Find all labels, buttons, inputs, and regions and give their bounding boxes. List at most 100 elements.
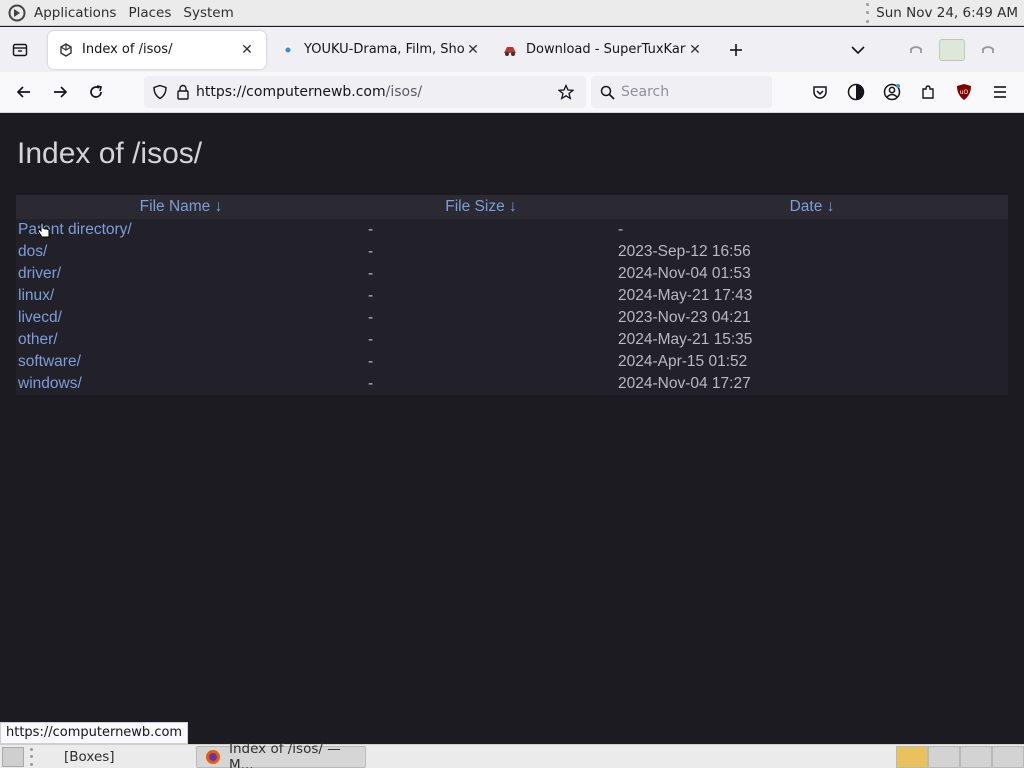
- table-row: windows/ - 2024-Nov-04 17:27: [16, 373, 1008, 395]
- tab-index-of-isos[interactable]: Index of /isos/ ✕: [48, 30, 266, 69]
- tab-title: Index of /isos/: [82, 42, 173, 57]
- tab-title: Download - SuperTuxKart: [526, 42, 686, 57]
- url-path: /isos/: [385, 84, 423, 100]
- search-icon: [600, 85, 615, 100]
- file-link[interactable]: dos/: [18, 243, 47, 260]
- window-maximize-button[interactable]: [934, 32, 970, 68]
- file-name-cell: livecd/: [16, 307, 346, 329]
- back-button[interactable]: [8, 76, 40, 108]
- app-menu-button[interactable]: [984, 76, 1016, 108]
- close-window-icon: [982, 45, 994, 53]
- page-title: Index of /isos/: [17, 137, 203, 170]
- file-date-cell: 2024-Nov-04 01:53: [618, 265, 751, 282]
- workspace-4[interactable]: [992, 745, 1024, 768]
- show-desktop-icon[interactable]: [2, 746, 24, 767]
- file-size-cell: -: [368, 221, 374, 238]
- list-all-tabs-button[interactable]: [840, 32, 876, 68]
- bookmark-star-icon[interactable]: [558, 84, 574, 100]
- window-minimize-button[interactable]: [898, 32, 934, 68]
- file-size-column-header[interactable]: File Size ↓: [346, 195, 616, 219]
- svg-text:uO: uO: [960, 89, 969, 96]
- file-size-cell: -: [368, 265, 374, 282]
- workspace-1[interactable]: [896, 745, 928, 768]
- url-bar[interactable]: https://computernewb.com/isos/: [144, 76, 586, 108]
- dark-reader-button[interactable]: [840, 76, 872, 108]
- applications-menu[interactable]: Applications: [28, 0, 122, 26]
- firefox-view-icon: [12, 43, 28, 56]
- ublock-origin-button[interactable]: uO: [948, 76, 980, 108]
- close-tab-icon[interactable]: ✕: [238, 41, 256, 59]
- file-link[interactable]: driver/: [18, 265, 61, 282]
- file-name-cell: linux/: [16, 285, 346, 307]
- file-name-cell: other/: [16, 329, 346, 351]
- arrow-right-icon: [54, 86, 68, 98]
- file-link[interactable]: software/: [18, 353, 81, 370]
- firefox-view-button[interactable]: [2, 32, 38, 68]
- page-content: Index of /isos/ File Name ↓ File Size ↓ …: [0, 113, 1024, 742]
- pocket-icon: [813, 86, 827, 99]
- file-size-cell: -: [368, 375, 374, 392]
- file-link[interactable]: linux/: [18, 287, 54, 304]
- table-row: other/ - 2024-May-21 15:35: [16, 329, 1008, 351]
- reload-button[interactable]: [80, 76, 112, 108]
- account-icon: [883, 83, 901, 101]
- lock-icon[interactable]: [176, 84, 190, 100]
- file-size-cell: -: [368, 353, 374, 370]
- file-link[interactable]: windows/: [18, 375, 82, 392]
- tab-supertuxkart[interactable]: Download - SuperTuxKart ✕: [492, 31, 714, 69]
- taskbar-item-label: Index of /isos/ — M...: [229, 740, 341, 768]
- account-button[interactable]: [876, 76, 908, 108]
- panel-grip-icon: [862, 2, 872, 23]
- search-bar[interactable]: Search: [591, 76, 772, 108]
- firefox-icon: [205, 749, 221, 765]
- table-header-row: File Name ↓ File Size ↓ Date ↓: [16, 195, 1008, 219]
- file-name-column-header[interactable]: File Name ↓: [16, 195, 346, 219]
- forward-button[interactable]: [44, 76, 76, 108]
- places-menu[interactable]: Places: [122, 0, 177, 26]
- top-panel: Applications Places System Sun Nov 24, 6…: [0, 0, 1024, 26]
- minimize-icon: [910, 45, 922, 53]
- file-name-cell: driver/: [16, 263, 346, 285]
- puzzle-icon: [922, 85, 934, 99]
- close-tab-icon[interactable]: ✕: [464, 41, 482, 59]
- pocket-button[interactable]: [804, 76, 836, 108]
- computernewb-favicon-icon: [58, 42, 74, 58]
- link-status-tooltip: https://computernewb.com: [0, 722, 189, 744]
- arrow-left-icon: [16, 86, 30, 98]
- tracking-protection-shield-icon[interactable]: [152, 84, 168, 100]
- plus-icon: [730, 43, 742, 56]
- taskbar-item-boxes[interactable]: [Boxes]: [56, 746, 196, 768]
- taskbar-item-label: [Boxes]: [64, 748, 115, 765]
- bottom-panel: [Boxes] Index of /isos/ — M...: [0, 741, 1024, 768]
- file-name-cell: Parent directory/: [16, 219, 346, 241]
- url-text[interactable]: https://computernewb.com/isos/: [196, 84, 422, 100]
- workspace-3[interactable]: [960, 745, 992, 768]
- file-link[interactable]: other/: [18, 331, 58, 348]
- new-tab-button[interactable]: [718, 32, 754, 68]
- window-close-button[interactable]: [970, 32, 1006, 68]
- file-link[interactable]: livecd/: [18, 309, 62, 326]
- system-menu[interactable]: System: [177, 0, 239, 26]
- table-row: driver/ - 2024-Nov-04 01:53: [16, 263, 1008, 285]
- hamburger-menu-icon: [994, 86, 1006, 98]
- date-column-header[interactable]: Date ↓: [616, 195, 1008, 219]
- taskbar-item-firefox[interactable]: Index of /isos/ — M...: [196, 741, 366, 768]
- extensions-button[interactable]: [912, 76, 944, 108]
- debian-logo-icon[interactable]: [6, 2, 28, 24]
- youku-favicon-icon: [280, 42, 296, 58]
- file-size-cell: -: [368, 243, 374, 260]
- reload-icon: [90, 85, 103, 98]
- tab-youku[interactable]: YOUKU-Drama, Film, Show ✕: [270, 31, 492, 69]
- workspace-2[interactable]: [928, 745, 960, 768]
- tab-title: YOUKU-Drama, Film, Show: [304, 42, 464, 57]
- file-name-cell: windows/: [16, 373, 346, 395]
- close-tab-icon[interactable]: ✕: [686, 41, 704, 59]
- file-size-cell: -: [368, 331, 374, 348]
- contrast-icon: [847, 83, 865, 101]
- file-date-cell: 2023-Nov-23 04:21: [618, 309, 751, 326]
- tab-bar: Index of /isos/ ✕ YOUKU-Drama, Film, Sho…: [0, 27, 1024, 72]
- supertuxkart-favicon-icon: [502, 42, 518, 58]
- panel-grip-icon: [30, 747, 36, 766]
- clock[interactable]: Sun Nov 24, 6:49 AM: [876, 5, 1024, 21]
- file-date-cell: 2023-Sep-12 16:56: [618, 243, 751, 260]
